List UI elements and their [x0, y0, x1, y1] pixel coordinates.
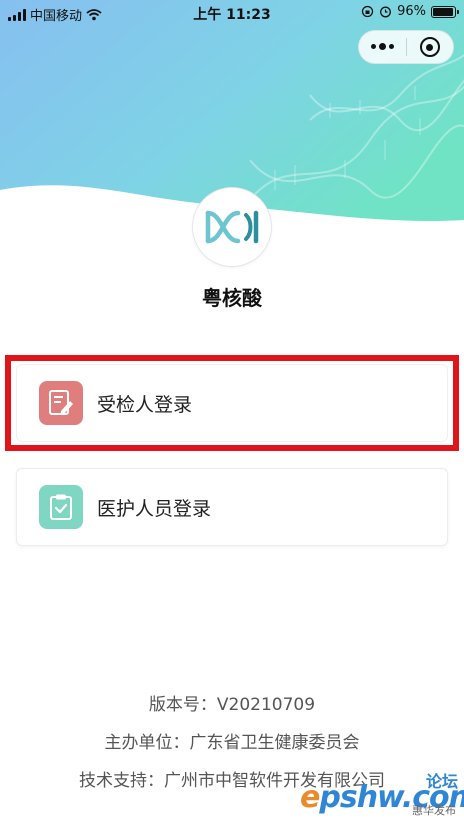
- app-logo: [192, 187, 272, 267]
- close-miniprogram-button[interactable]: [406, 30, 453, 64]
- status-bar: 中国移动 上午 11:23 96%: [0, 0, 464, 26]
- miniprogram-capsule: [358, 30, 454, 64]
- dna-logo-icon: [205, 210, 259, 244]
- medical-staff-login-label: 医护人员登录: [97, 497, 212, 520]
- alarm-icon: [380, 6, 392, 18]
- more-dots-icon: [370, 43, 394, 50]
- watermark-prefix: e: [300, 780, 320, 815]
- organizer-text: 主办单位：广东省卫生健康委员会: [104, 733, 360, 753]
- watermark-bottom-text: 惠华发布: [412, 804, 456, 817]
- medical-staff-login-button[interactable]: 医护人员登录: [16, 468, 448, 546]
- version-text: 版本号：V20210709: [148, 695, 316, 715]
- more-button[interactable]: [359, 30, 406, 64]
- highlight-box: [5, 355, 459, 451]
- orientation-lock-icon: [361, 5, 374, 18]
- app-title: 粤核酸: [202, 286, 262, 310]
- clipboard-check-icon: [39, 485, 83, 529]
- battery-percent: 96%: [397, 4, 426, 19]
- status-right: 96%: [361, 4, 459, 19]
- battery-icon: [431, 5, 459, 18]
- battery-fill: [433, 7, 454, 16]
- watermark-logo: 论坛 epshw.com 惠华发布: [300, 768, 464, 822]
- target-circle-icon: [419, 37, 440, 57]
